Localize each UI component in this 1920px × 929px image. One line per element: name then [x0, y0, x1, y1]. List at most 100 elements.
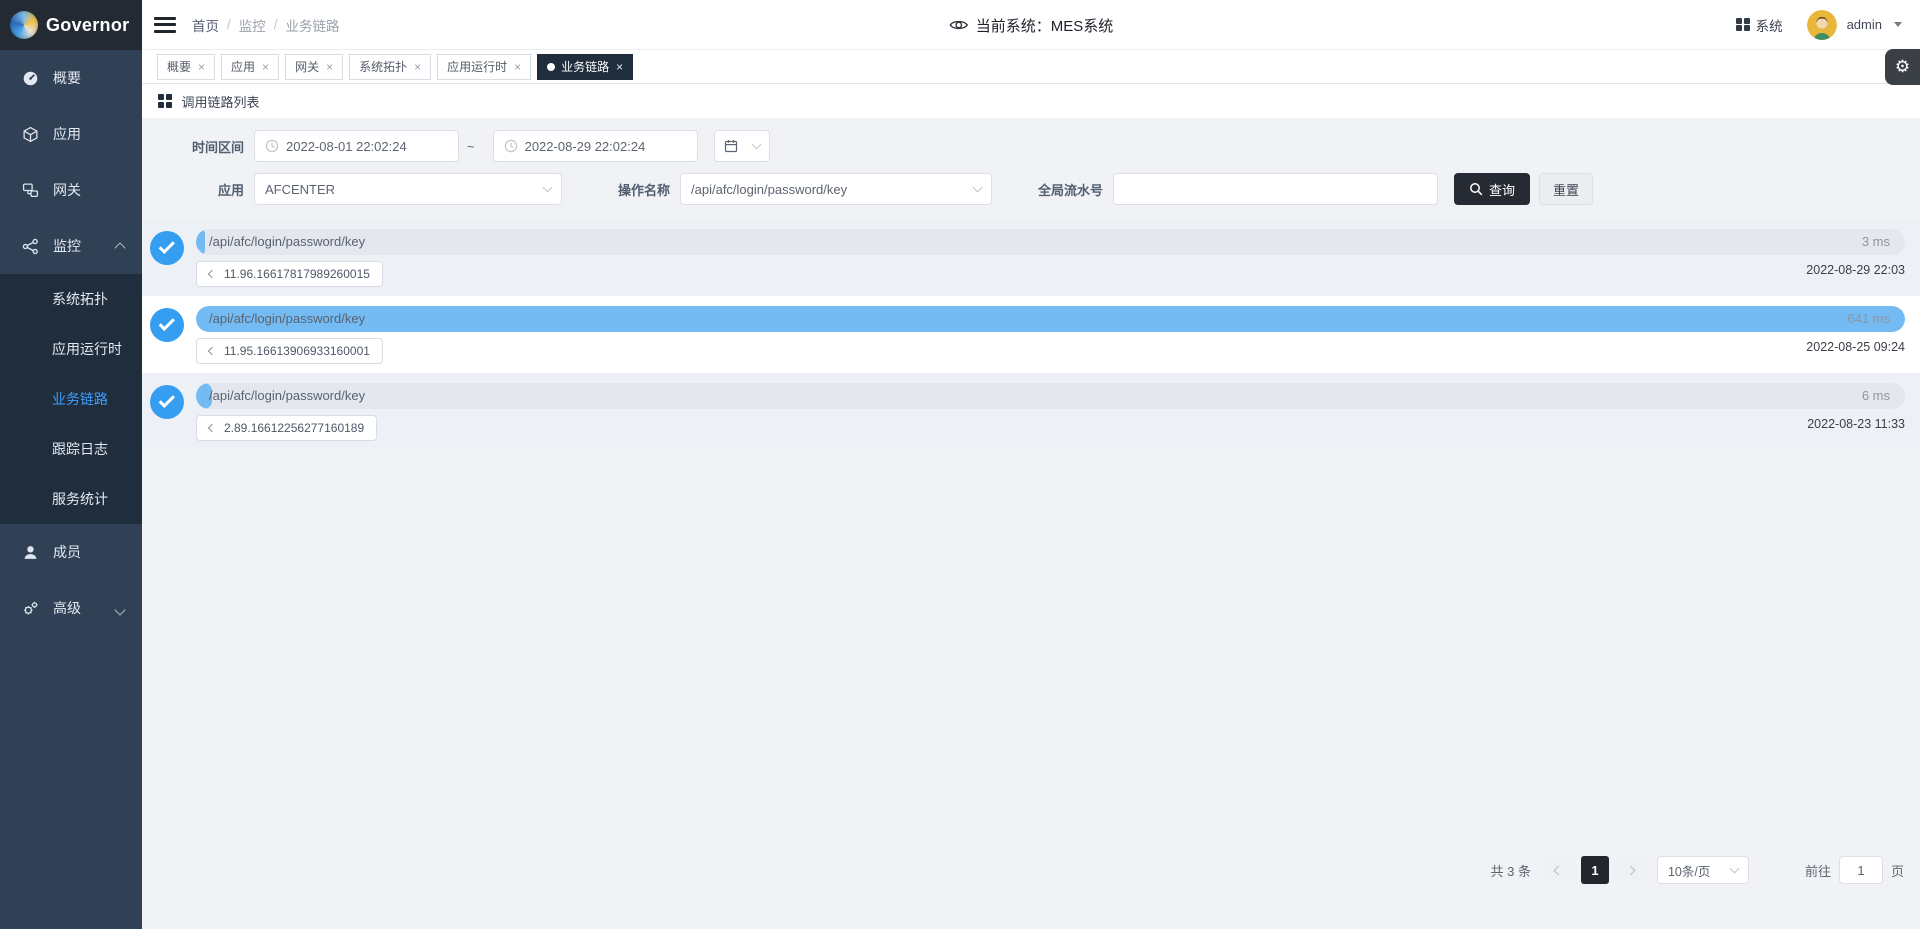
sidebar-item-advanced[interactable]: 高级: [0, 580, 142, 636]
trace-row-body: /api/afc/login/password/key 6 ms 2.89.16…: [196, 383, 1905, 441]
operation-select[interactable]: /api/afc/login/password/key: [680, 173, 992, 205]
advanced-gears-icon: [22, 600, 39, 617]
sidebar-item-apps[interactable]: 应用: [0, 106, 142, 162]
filter-row-query: 应用 AFCENTER 操作名称 /api/afc/login/password…: [178, 173, 1920, 205]
sidebar-item-label: 应用: [53, 124, 81, 144]
sidebar-item-business-trace[interactable]: 业务链路: [0, 374, 142, 424]
start-datetime-input[interactable]: [286, 139, 448, 154]
duration-bar[interactable]: /api/afc/login/password/key 6 ms: [196, 383, 1905, 409]
user-name[interactable]: admin: [1847, 17, 1882, 32]
success-check-icon: [150, 308, 184, 342]
logo[interactable]: Governor: [0, 0, 142, 50]
logo-title: Governor: [46, 15, 129, 36]
tab-business-trace[interactable]: 业务链路 ×: [537, 54, 633, 80]
trace-id-tag[interactable]: 11.96.16617817989260015: [196, 261, 383, 287]
duration-bar-fill: [196, 229, 205, 255]
tab-overview[interactable]: 概要 ×: [157, 54, 215, 80]
sidebar-item-monitor[interactable]: 监控: [0, 218, 142, 274]
close-icon[interactable]: ×: [198, 61, 205, 73]
trace-row: /api/afc/login/password/key 6 ms 2.89.16…: [142, 373, 1920, 450]
gear-icon: ⚙: [1895, 57, 1910, 77]
close-icon[interactable]: ×: [326, 61, 333, 73]
operation-label: 操作名称: [618, 180, 670, 199]
success-check-icon: [150, 385, 184, 419]
close-icon[interactable]: ×: [616, 61, 623, 73]
chevron-down-icon: [973, 183, 983, 193]
page-size-select[interactable]: 10条/页: [1657, 856, 1749, 884]
global-serial-field[interactable]: [1113, 173, 1438, 205]
tabs-settings-button[interactable]: ⚙: [1885, 49, 1920, 85]
goto-page-group: 前往 页: [1805, 856, 1904, 884]
sidebar-item-gateway[interactable]: 网关: [0, 162, 142, 218]
clock-icon: [265, 139, 279, 153]
next-page-button[interactable]: [1617, 856, 1645, 884]
search-button[interactable]: 查询: [1454, 173, 1530, 205]
avatar[interactable]: [1807, 10, 1837, 40]
trace-id: 2.89.16612256277160189: [224, 421, 364, 435]
chevron-left-icon: [1554, 865, 1564, 875]
page-number-button[interactable]: 1: [1581, 856, 1609, 884]
page-size-value: 10条/页: [1668, 861, 1710, 880]
goto-suffix: 页: [1891, 861, 1904, 880]
tab-strip: 概要 × 应用 × 网关 × 系统拓扑 × 应用运行时 × 业务链路 ×: [142, 50, 1920, 84]
chevron-down-icon: [1730, 864, 1740, 874]
hamburger-icon[interactable]: [154, 17, 176, 33]
tab-app-runtime[interactable]: 应用运行时 ×: [437, 54, 531, 80]
tab-gateway[interactable]: 网关 ×: [285, 54, 343, 80]
calendar-icon: [724, 139, 738, 153]
panel-grid-icon: [158, 94, 172, 108]
end-datetime-input[interactable]: [525, 139, 687, 154]
tab-system-topology[interactable]: 系统拓扑 ×: [349, 54, 431, 80]
sidebar-item-overview[interactable]: 概要: [0, 50, 142, 106]
sidebar-item-trace-log[interactable]: 跟踪日志: [0, 424, 142, 474]
duration-bar[interactable]: /api/afc/login/password/key 641 ms: [196, 306, 1905, 332]
caret-down-icon[interactable]: [1894, 22, 1902, 27]
trace-path: /api/afc/login/password/key: [209, 306, 365, 332]
search-button-label: 查询: [1489, 180, 1515, 199]
end-datetime-field[interactable]: [493, 130, 698, 162]
close-icon[interactable]: ×: [262, 61, 269, 73]
trace-list: /api/afc/login/password/key 3 ms 11.96.1…: [142, 219, 1920, 450]
date-shortcut-dropdown[interactable]: [714, 130, 770, 162]
system-switcher[interactable]: 系统: [1736, 15, 1783, 35]
current-system-label: 当前系统：MES系统: [976, 15, 1114, 36]
trace-id-tag[interactable]: 2.89.16612256277160189: [196, 415, 377, 441]
trace-id-tag[interactable]: 11.95.16613906933160001: [196, 338, 383, 364]
member-icon: [22, 544, 39, 561]
app-cube-icon: [22, 126, 39, 143]
tab-apps[interactable]: 应用 ×: [221, 54, 279, 80]
chevron-left-icon: [208, 270, 216, 278]
sidebar-item-members[interactable]: 成员: [0, 524, 142, 580]
trace-row-body: /api/afc/login/password/key 3 ms 11.96.1…: [196, 229, 1905, 287]
start-datetime-field[interactable]: [254, 130, 459, 162]
trace-row-meta: 11.96.16617817989260015 2022-08-29 22:03: [196, 261, 1905, 287]
tab-label: 应用运行时: [447, 58, 507, 75]
chevron-left-icon: [208, 424, 216, 432]
breadcrumb-home[interactable]: 首页: [192, 15, 219, 35]
gauge-icon: [22, 70, 39, 87]
sidebar-item-app-runtime[interactable]: 应用运行时: [0, 324, 142, 374]
breadcrumb-separator: /: [274, 17, 278, 32]
trace-id: 11.96.16617817989260015: [224, 267, 370, 281]
operation-select-value: /api/afc/login/password/key: [691, 182, 847, 197]
sidebar-item-system-topology[interactable]: 系统拓扑: [0, 274, 142, 324]
duration-bar[interactable]: /api/afc/login/password/key 3 ms: [196, 229, 1905, 255]
breadcrumb-monitor[interactable]: 监控: [239, 15, 266, 35]
close-icon[interactable]: ×: [514, 61, 521, 73]
sidebar-menu: 概要 应用 网关 监控 系统拓扑 应用运行时 业务链路 跟踪日志 服务统: [0, 50, 142, 636]
goto-page-input[interactable]: [1839, 856, 1883, 884]
app-select[interactable]: AFCENTER: [254, 173, 562, 205]
close-icon[interactable]: ×: [414, 61, 421, 73]
pagination-total: 共 3 条: [1491, 861, 1531, 880]
eye-icon: [949, 18, 969, 32]
reset-button[interactable]: 重置: [1539, 173, 1593, 205]
time-range-label: 时间区间: [178, 137, 244, 156]
prev-page-button[interactable]: [1545, 856, 1573, 884]
trace-duration: 6 ms: [1862, 383, 1890, 409]
gateway-icon: [22, 182, 39, 199]
tab-label: 业务链路: [561, 58, 609, 75]
global-serial-input[interactable]: [1124, 182, 1427, 197]
sidebar-item-service-stats[interactable]: 服务统计: [0, 474, 142, 524]
page-title: 调用链路列表: [182, 92, 260, 111]
filter-row-time: 时间区间 ~: [178, 130, 1920, 162]
